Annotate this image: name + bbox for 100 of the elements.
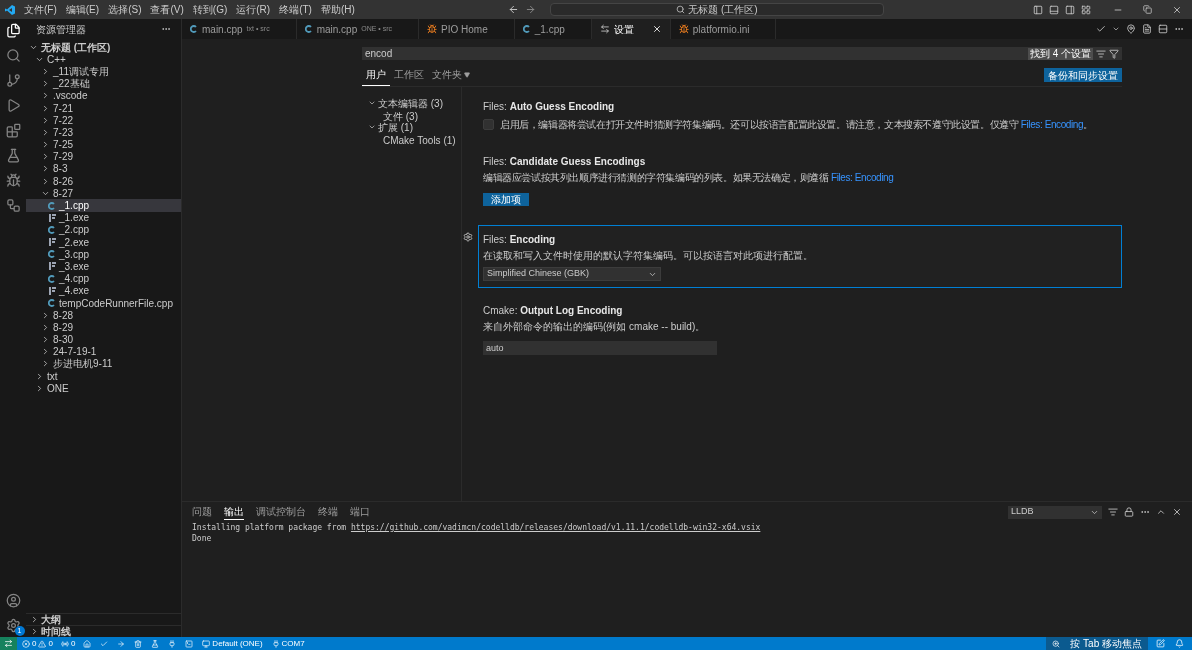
error-count[interactable]: 0: [32, 637, 37, 650]
tree-item[interactable]: 步进电机9-11: [26, 357, 181, 371]
tree-item[interactable]: txt: [26, 370, 181, 383]
toc-item[interactable]: 扩展 (1): [362, 121, 461, 133]
tree-item[interactable]: tempCodeRunnerFile.cpp: [26, 296, 181, 310]
account-icon[interactable]: [5, 593, 21, 608]
output-channel-dropdown[interactable]: LLDB: [1008, 505, 1102, 519]
dropdown-triangle-icon[interactable]: [464, 71, 470, 78]
editor-tab[interactable]: _1.cpp: [514, 19, 592, 39]
plug-icon[interactable]: [271, 639, 280, 648]
run-debug-icon[interactable]: [5, 98, 21, 113]
profile-label[interactable]: Default (ONE): [212, 637, 263, 650]
maximize-panel-icon[interactable]: [1156, 507, 1166, 517]
restore-icon[interactable]: [1143, 5, 1152, 14]
panel-bottom-icon[interactable]: [1049, 4, 1059, 15]
scope-tab[interactable]: 文件夹: [428, 67, 474, 86]
tree-item[interactable]: 8-30: [26, 333, 181, 346]
back-arrow-icon[interactable]: [507, 4, 519, 15]
tree-item[interactable]: _3.cpp: [26, 248, 181, 261]
chevron-down-icon[interactable]: [1112, 25, 1120, 33]
flask-icon[interactable]: [5, 148, 21, 163]
tree-item[interactable]: 24-7-19-1: [26, 345, 181, 358]
flask-icon[interactable]: [151, 639, 160, 648]
filter-icon[interactable]: [1109, 48, 1119, 59]
tree-item[interactable]: _2.cpp: [26, 223, 181, 236]
plug-icon[interactable]: [168, 639, 177, 648]
tree-item[interactable]: _2.exe: [26, 236, 181, 249]
layout-icon[interactable]: [1081, 4, 1091, 15]
open-file-icon[interactable]: [1142, 24, 1152, 34]
settings-search-field[interactable]: encod 找到 4 个设置: [362, 47, 1122, 60]
setting-link[interactable]: Files: Encoding: [831, 172, 894, 183]
tree-item[interactable]: 7-23: [26, 126, 181, 139]
trash-icon[interactable]: [134, 639, 143, 648]
tree-item[interactable]: 8-3: [26, 162, 181, 176]
add-item-button[interactable]: 添加项: [483, 193, 529, 206]
output-link[interactable]: https://github.com/vadimcn/codelldb/releases/download/v1.11.1/codelldb-win32-x64.vsix: [350, 523, 761, 532]
close-panel-icon[interactable]: [1172, 507, 1182, 517]
clear-filter-icon[interactable]: [1096, 48, 1106, 59]
check-icon[interactable]: [1096, 24, 1106, 34]
editor-tab[interactable]: platformio.ini: [670, 19, 777, 39]
command-center[interactable]: 无标题 (工作区): [549, 3, 884, 16]
tree-item[interactable]: 无标题 (工作区): [26, 41, 181, 54]
tree-item[interactable]: _4.exe: [26, 284, 181, 297]
panel-tab[interactable]: 端口: [350, 504, 370, 520]
menu-item[interactable]: 转到(G): [188, 2, 232, 17]
serial-port-label[interactable]: COM7: [281, 637, 305, 650]
tree-item[interactable]: _4.cpp: [26, 272, 181, 285]
tree-item[interactable]: C++: [26, 53, 181, 66]
source-control-icon[interactable]: [5, 73, 21, 88]
tree-item[interactable]: .vscode: [26, 89, 181, 102]
scope-tab[interactable]: 工作区: [390, 67, 428, 86]
editor-tab[interactable]: 设置: [591, 19, 671, 39]
tree-item[interactable]: _3.exe: [26, 260, 181, 273]
gear-icon[interactable]: [463, 232, 473, 242]
notifications-icon[interactable]: [1175, 639, 1184, 648]
terminal-icon[interactable]: [185, 639, 194, 648]
menu-item[interactable]: 帮助(H): [316, 2, 359, 17]
close-tab-icon[interactable]: [651, 24, 662, 34]
tree-item[interactable]: 7-21: [26, 101, 181, 115]
panel-tab[interactable]: 调试控制台: [256, 504, 306, 520]
zoom-icon[interactable]: [1052, 639, 1061, 648]
menu-item[interactable]: 选择(S): [104, 2, 146, 17]
tree-item[interactable]: 7-22: [26, 114, 181, 127]
lock-icon[interactable]: [1124, 507, 1134, 517]
list-icon[interactable]: [1108, 507, 1118, 517]
tree-item[interactable]: _22基础: [26, 77, 181, 90]
close-icon[interactable]: [1172, 4, 1182, 15]
ports-icon[interactable]: [60, 639, 69, 648]
check-icon[interactable]: [100, 639, 109, 648]
sidebar-section-header[interactable]: 大纲: [26, 613, 181, 625]
bug-icon[interactable]: [5, 173, 21, 188]
tree-item[interactable]: _11调试专用: [26, 65, 181, 78]
backup-sync-button[interactable]: 备份和同步设置: [1044, 68, 1122, 82]
extensions-icon[interactable]: [5, 123, 21, 138]
input-field[interactable]: auto: [483, 341, 717, 355]
menu-item[interactable]: 运行(R): [232, 2, 275, 17]
checkbox[interactable]: [483, 119, 494, 130]
error-icon[interactable]: [22, 639, 30, 648]
panel-tab[interactable]: 问题: [192, 504, 212, 520]
encoding-dropdown[interactable]: Simplified Chinese (GBK): [483, 267, 661, 281]
tree-item[interactable]: 7-25: [26, 138, 181, 151]
menu-item[interactable]: 文件(F): [20, 2, 61, 17]
menu-item[interactable]: 编辑(E): [61, 2, 104, 17]
tree-item[interactable]: ONE: [26, 382, 181, 395]
port-count[interactable]: 0: [70, 637, 76, 650]
tree-item[interactable]: 7-29: [26, 150, 181, 163]
settings-icon[interactable]: [5, 618, 21, 633]
tree-item[interactable]: _1.cpp: [26, 199, 181, 212]
menu-item[interactable]: 终端(T): [275, 2, 316, 17]
split-editor-icon[interactable]: [1158, 24, 1168, 34]
warning-icon[interactable]: [38, 639, 47, 648]
toc-item[interactable]: CMake Tools (1): [362, 133, 461, 145]
monitor-icon[interactable]: [202, 639, 211, 648]
search-input[interactable]: encod: [365, 46, 1028, 61]
panel-tab[interactable]: 终端: [318, 504, 338, 520]
tree-item[interactable]: 8-28: [26, 309, 181, 322]
search-icon[interactable]: [5, 48, 21, 63]
panel-left-icon[interactable]: [1033, 4, 1043, 15]
panel-right-icon[interactable]: [1065, 4, 1075, 15]
remote-icon[interactable]: [4, 639, 13, 648]
